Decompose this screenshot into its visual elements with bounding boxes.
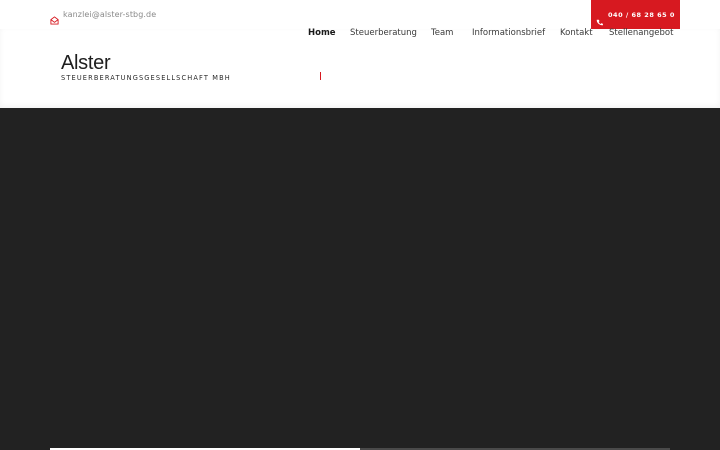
phone-icon bbox=[596, 11, 603, 26]
phone-button[interactable]: 040 / 68 28 65 0 bbox=[591, 0, 680, 29]
top-bar: kanzlei@alster-stbg.de 040 / 68 28 65 0 bbox=[0, 0, 720, 29]
email-text: kanzlei@alster-stbg.de bbox=[63, 10, 157, 19]
hero-section bbox=[0, 108, 720, 450]
nav-item-team[interactable]: Team bbox=[431, 28, 453, 40]
nav-item-kontakt[interactable]: Kontakt bbox=[560, 28, 593, 40]
envelope-icon bbox=[50, 10, 59, 25]
logo-subtitle: STEUERBERATUNGSGESELLSCHAFT MBH bbox=[61, 74, 231, 82]
site-header: Alster STEUERBERATUNGSGESELLSCHAFT MBH bbox=[0, 29, 720, 108]
nav-item-informationsbrief[interactable]: Informationsbrief bbox=[472, 28, 545, 40]
nav-item-steuerberatung[interactable]: Steuerberatung bbox=[350, 28, 417, 40]
nav-item-home[interactable]: Home bbox=[308, 28, 336, 40]
nav-item-stellenangebot[interactable]: Stellenangebot bbox=[609, 28, 673, 40]
active-nav-indicator bbox=[320, 72, 321, 80]
phone-number: 040 / 68 28 65 0 bbox=[608, 10, 675, 19]
logo-title[interactable]: Alster bbox=[61, 51, 111, 75]
email-link[interactable]: kanzlei@alster-stbg.de bbox=[50, 8, 157, 25]
